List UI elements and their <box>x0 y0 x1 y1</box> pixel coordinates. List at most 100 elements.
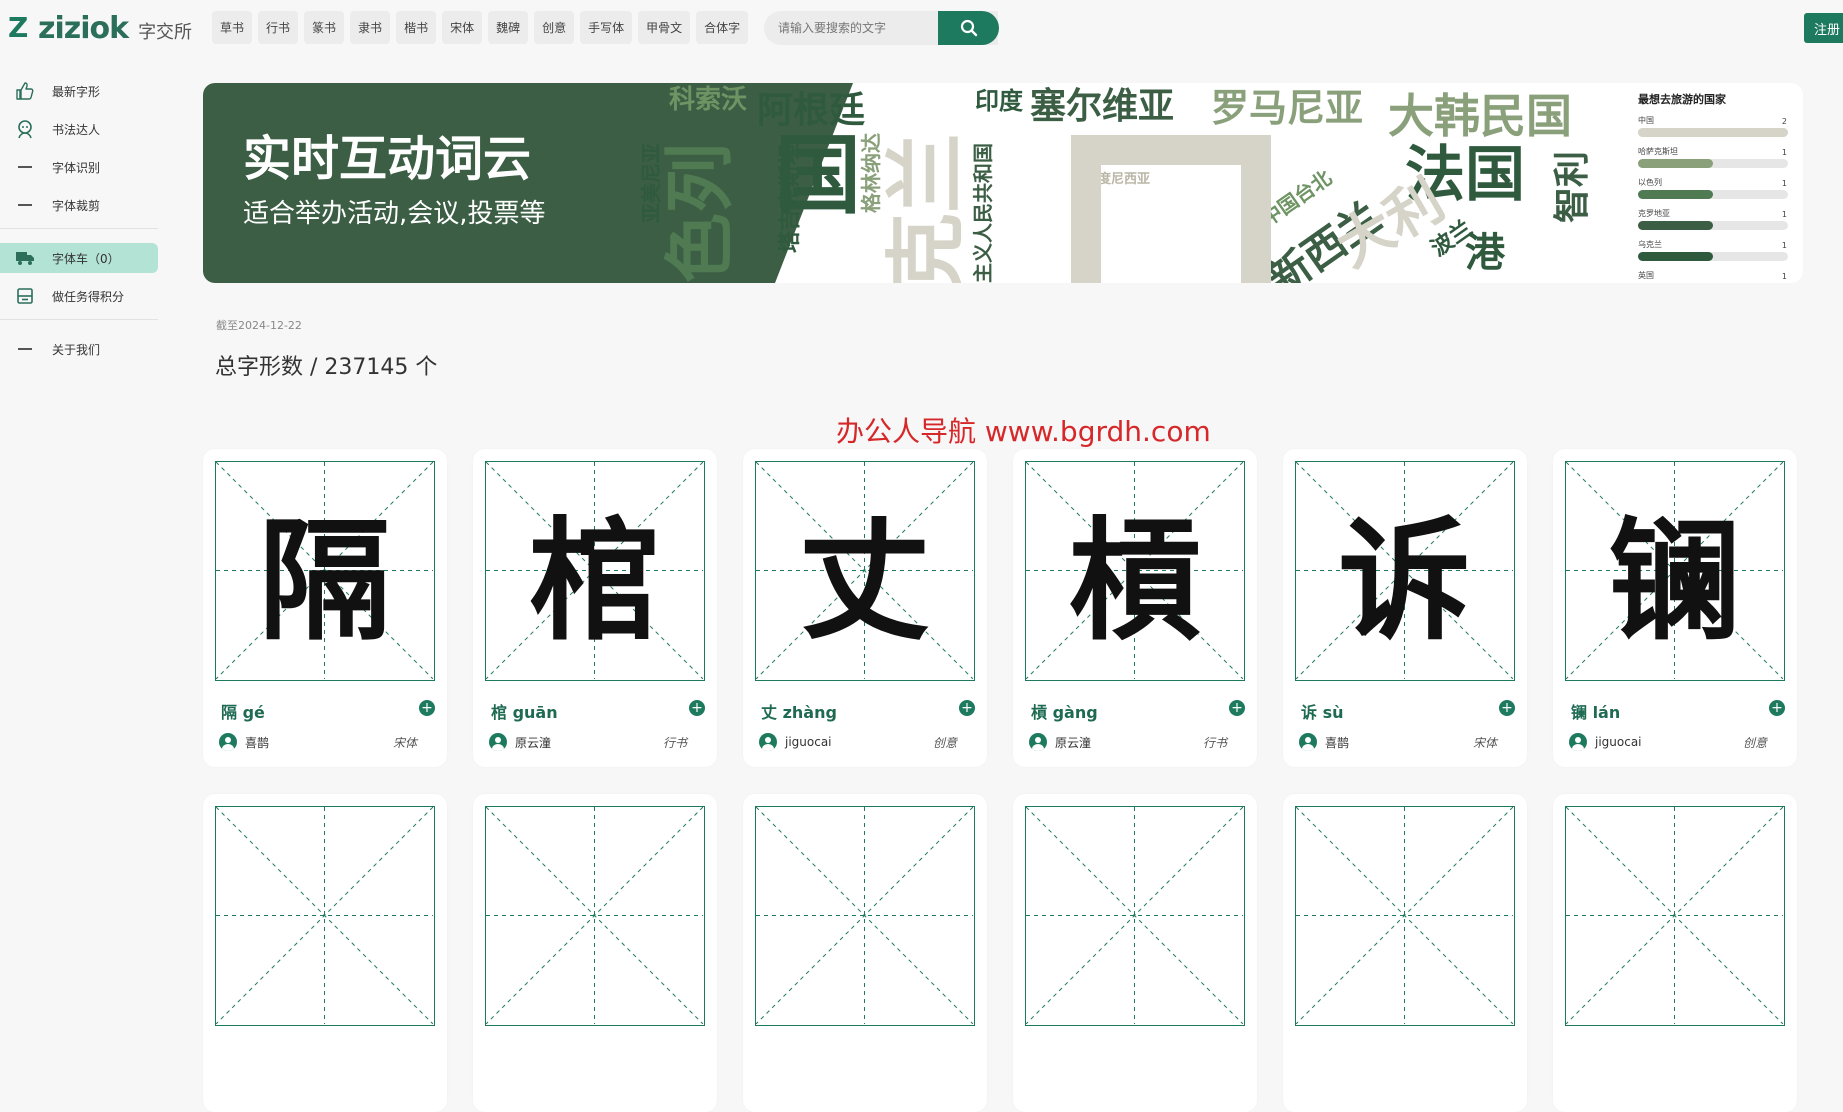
category-shouxie[interactable]: 手写体 <box>580 11 633 44</box>
glyph-card[interactable]: 诉诉 sù + 喜鹊 宋体 <box>1283 449 1527 767</box>
tianzige-grid <box>486 807 703 1024</box>
cloud-word: 阿根廷 <box>757 90 866 131</box>
glyph-title[interactable]: 槓 gàng <box>1031 699 1098 723</box>
author[interactable]: jiguocai <box>1569 733 1642 751</box>
sidebar-item-tasks[interactable]: 做任务得积分 <box>0 281 158 311</box>
logo[interactable]: Z ziziok 字交所 <box>8 10 192 46</box>
poll-chart: 最想去旅游的国家 中国 2 哈萨克斯坦 1 以色列 1 克罗地亚 1 乌克兰 1… <box>1638 91 1793 281</box>
glyph-title[interactable]: 镧 lán <box>1571 699 1620 723</box>
author[interactable]: 喜鹊 <box>219 733 269 751</box>
sidebar-item-about[interactable]: 关于我们 <box>0 334 158 364</box>
add-to-cart-button[interactable]: + <box>1499 700 1515 716</box>
style-tag[interactable]: 宋体 <box>1473 734 1497 751</box>
glyph-card[interactable]: 棺棺 guān + 原云潼 行书 <box>473 449 717 767</box>
author[interactable]: 原云潼 <box>489 733 551 751</box>
poll-track <box>1638 190 1788 199</box>
glyph-card[interactable] <box>1283 794 1527 1112</box>
search-icon <box>960 19 977 37</box>
poll-label: 克罗地亚 <box>1638 209 1670 218</box>
glyph-card[interactable]: 槓槓 gàng + 原云潼 行书 <box>1013 449 1257 767</box>
category-weibei[interactable]: 魏碑 <box>488 11 529 44</box>
poll-label: 哈萨克斯坦 <box>1638 147 1678 156</box>
sidebar-item-latest[interactable]: 最新字形 <box>0 76 158 106</box>
glyph-preview <box>1025 806 1245 1026</box>
poll-row: 哈萨克斯坦 1 <box>1638 146 1793 177</box>
plus-icon: + <box>1771 700 1783 716</box>
glyph-char: 棺 <box>528 504 661 659</box>
glyph-card[interactable] <box>1013 794 1257 1112</box>
category-chuangyi[interactable]: 创意 <box>534 11 575 44</box>
style-tag[interactable]: 创意 <box>1743 734 1767 751</box>
glyph-preview: 诉 <box>1295 461 1515 681</box>
glyph-preview <box>755 806 975 1026</box>
glyph-preview: 镧 <box>1565 461 1785 681</box>
poll-bar <box>1638 128 1788 137</box>
avatar <box>219 733 237 751</box>
add-to-cart-button[interactable]: + <box>1769 700 1785 716</box>
category-jiaguwen[interactable]: 甲骨文 <box>638 11 691 44</box>
cloud-word: 港 <box>1465 230 1505 276</box>
glyph-card[interactable] <box>743 794 987 1112</box>
category-xingshu[interactable]: 行书 <box>258 11 299 44</box>
cloud-word: 科索沃 <box>669 85 748 115</box>
glyph-preview <box>1295 806 1515 1026</box>
sidebar-item-font-cart[interactable]: 字体车（0） <box>0 243 158 273</box>
author[interactable]: 原云潼 <box>1029 733 1091 751</box>
category-kaishu[interactable]: 楷书 <box>396 11 437 44</box>
glyph-char: 诉 <box>1338 504 1471 659</box>
category-lishu[interactable]: 隶书 <box>350 11 391 44</box>
glyph-card[interactable]: 镧镧 lán + jiguocai 创意 <box>1553 449 1797 767</box>
promo-banner[interactable]: 实时互动词云 适合举办活动,会议,投票等 科索沃 阿根廷 印度 塞尔维亚 罗马尼… <box>203 83 1803 283</box>
category-songti[interactable]: 宋体 <box>442 11 483 44</box>
author[interactable]: jiguocai <box>759 733 832 751</box>
poll-bar <box>1638 159 1713 168</box>
glyph-char: 丈 <box>798 504 931 659</box>
sidebar-item-recognize[interactable]: 字体识别 <box>0 152 158 182</box>
poll-bar <box>1638 221 1713 230</box>
glyph-title[interactable]: 丈 zhàng <box>761 699 837 723</box>
style-tag[interactable]: 行书 <box>1203 734 1227 751</box>
add-to-cart-button[interactable]: + <box>959 700 975 716</box>
sidebar-item-label: 做任务得积分 <box>52 289 125 304</box>
poll-label: 英国 <box>1638 271 1654 280</box>
poll-count: 1 <box>1781 241 1787 250</box>
category-heti[interactable]: 合体字 <box>696 11 749 44</box>
glyph-card[interactable] <box>1553 794 1797 1112</box>
poll-count: 1 <box>1781 210 1787 219</box>
style-tag[interactable]: 宋体 <box>393 734 417 751</box>
author-name: jiguocai <box>785 735 832 749</box>
cloud-word: 亚美尼亚 <box>639 143 663 223</box>
glyph-card[interactable] <box>203 794 447 1112</box>
author-name: jiguocai <box>1595 735 1642 749</box>
author[interactable]: 喜鹊 <box>1299 733 1349 751</box>
glyph-title[interactable]: 诉 sù <box>1301 699 1344 723</box>
search-button[interactable] <box>938 11 999 45</box>
add-to-cart-button[interactable]: + <box>1229 700 1245 716</box>
poll-track <box>1638 221 1788 230</box>
sidebar-item-crop[interactable]: 字体裁剪 <box>0 190 158 220</box>
sidebar-item-experts[interactable]: 书法达人 <box>0 114 158 144</box>
category-caoshu[interactable]: 草书 <box>212 11 253 44</box>
poll-row: 中国 2 <box>1638 115 1793 146</box>
plus-icon: + <box>421 700 433 716</box>
add-to-cart-button[interactable]: + <box>419 700 435 716</box>
glyph-card[interactable]: 隔隔 gé + 喜鹊 宋体 <box>203 449 447 767</box>
glyph-title[interactable]: 隔 gé <box>221 699 265 723</box>
cloud-word: 大韩民国 <box>1388 89 1572 143</box>
plus-icon: + <box>691 700 703 716</box>
style-tag[interactable]: 创意 <box>933 734 957 751</box>
glyph-title[interactable]: 棺 guān <box>491 699 558 723</box>
glyph-preview <box>485 806 705 1026</box>
glyph-char: 槓 <box>1068 504 1201 659</box>
register-button[interactable]: 注册 <box>1804 13 1843 43</box>
avatar <box>1299 733 1317 751</box>
dash-icon <box>14 339 36 359</box>
style-tag[interactable]: 行书 <box>663 734 687 751</box>
category-zhuanshu[interactable]: 篆书 <box>304 11 345 44</box>
add-to-cart-button[interactable]: + <box>689 700 705 716</box>
poll-track <box>1638 128 1788 137</box>
plus-icon: + <box>961 700 973 716</box>
glyph-card[interactable]: 丈丈 zhàng + jiguocai 创意 <box>743 449 987 767</box>
poll-label: 中国 <box>1638 116 1654 125</box>
glyph-card[interactable] <box>473 794 717 1112</box>
